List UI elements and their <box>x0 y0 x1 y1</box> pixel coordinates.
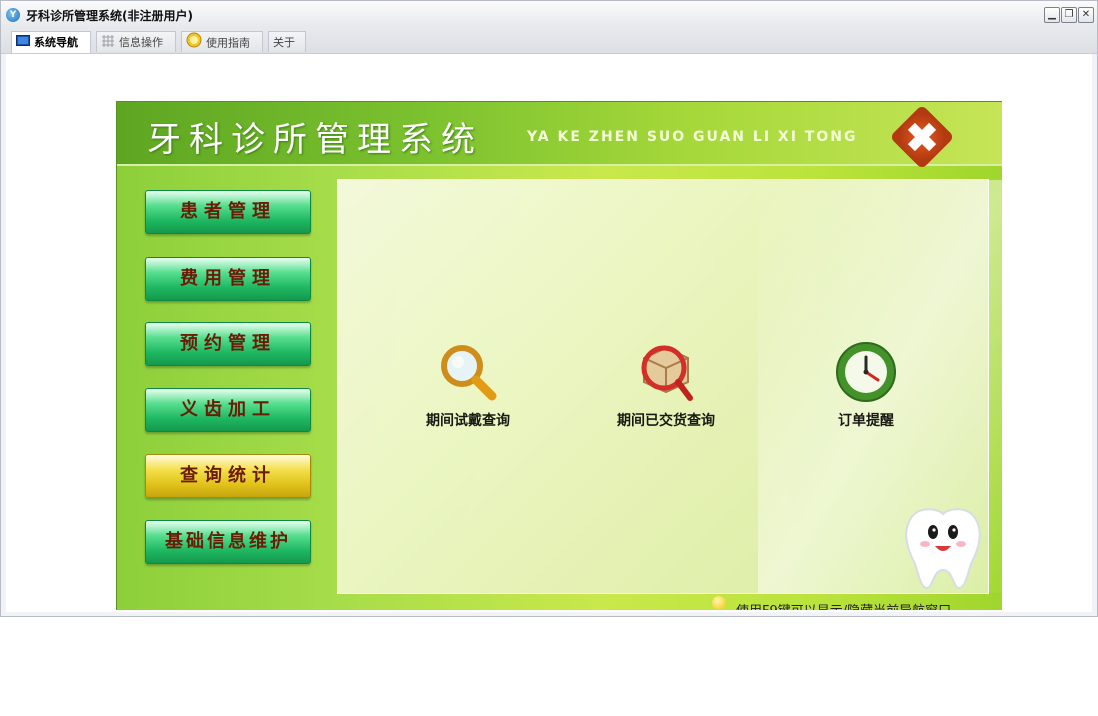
grid-icon <box>101 33 115 54</box>
nav-appointment-management-button[interactable]: 预约管理 <box>145 322 311 366</box>
app-logo-icon: Y <box>6 8 20 22</box>
medical-cross-icon <box>889 104 955 170</box>
globe-icon <box>186 32 202 55</box>
minimize-button[interactable]: ▁ <box>1044 7 1060 23</box>
nav-patient-management-button[interactable]: 患者管理 <box>145 190 311 234</box>
tab-system-navigation[interactable]: 系统导航 <box>11 31 91 53</box>
tooth-mascot-icon <box>897 504 989 594</box>
function-label: 期间试戴查询 <box>426 413 510 429</box>
tab-label: 使用指南 <box>206 36 250 50</box>
system-title-pinyin: YA KE ZHEN SUO GUAN LI XI TONG <box>527 129 858 145</box>
nav-query-statistics-button[interactable]: 查询统计 <box>145 454 311 498</box>
lightbulb-icon <box>712 596 726 610</box>
tab-user-guide[interactable]: 使用指南 <box>181 31 263 52</box>
tab-label: 系统导航 <box>34 36 78 49</box>
function-label: 订单提醒 <box>838 413 894 429</box>
nav-fee-management-button[interactable]: 费用管理 <box>145 257 311 301</box>
title-bar: Y 牙科诊所管理系统(非注册用户) ▁ ❐ ✕ <box>1 1 1097 28</box>
tab-label: 信息操作 <box>119 36 163 49</box>
navigation-panel: 牙科诊所管理系统 YA KE ZHEN SUO GUAN LI XI TONG … <box>116 101 1002 610</box>
system-title: 牙科诊所管理系统 <box>147 120 483 160</box>
magnifier-icon <box>436 345 500 408</box>
panel-header: 牙科诊所管理系统 YA KE ZHEN SUO GUAN LI XI TONG <box>117 102 1002 170</box>
function-order-reminder[interactable]: 订单提醒 <box>796 340 936 430</box>
function-delivered-query[interactable]: 期间已交货查询 <box>596 340 736 430</box>
monitor-icon <box>16 33 30 54</box>
function-label: 期间已交货查询 <box>617 413 715 429</box>
nav-denture-processing-button[interactable]: 义齿加工 <box>145 388 311 432</box>
tab-info-operation[interactable]: 信息操作 <box>96 31 176 52</box>
tab-bar: 系统导航 信息操作 使用指南 关于 <box>1 28 1097 54</box>
tab-about[interactable]: 关于 <box>268 31 306 52</box>
close-button[interactable]: ✕ <box>1078 7 1094 23</box>
navigation-hint: 使用F9键可以显示/隐藏当前导航窗口 <box>736 600 951 610</box>
function-area: 期间试戴查询 期间已交货查询 订单提醒 <box>337 179 1002 594</box>
tab-label: 关于 <box>273 36 295 49</box>
nav-basic-info-maintenance-button[interactable]: 基础信息维护 <box>145 520 311 564</box>
function-trial-fitting-query[interactable]: 期间试戴查询 <box>398 340 538 430</box>
window-title: 牙科诊所管理系统(非注册用户) <box>26 9 193 23</box>
restore-button[interactable]: ❐ <box>1061 7 1077 23</box>
package-search-icon <box>634 345 698 408</box>
clock-icon <box>834 342 898 408</box>
